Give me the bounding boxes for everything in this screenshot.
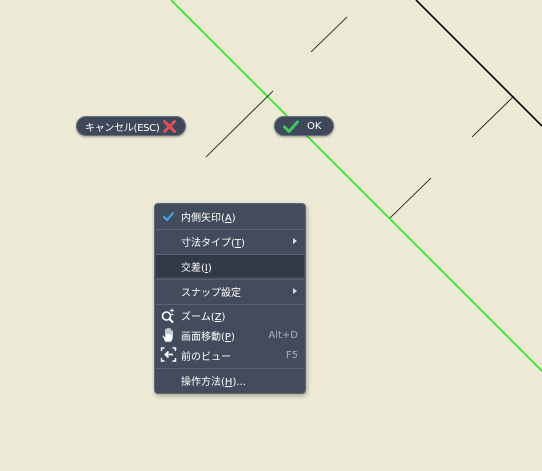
dimension-tick-line: [310, 16, 348, 53]
chevron-right-icon: [293, 238, 297, 244]
menu-item-label: 画面移動: [181, 331, 221, 343]
menu-item-zoom[interactable]: ズーム(Z): [156, 305, 304, 325]
ok-button[interactable]: OK: [274, 116, 334, 136]
menu-item-access-key: P: [224, 331, 231, 343]
checkmark-icon: [163, 212, 174, 221]
menu-item-label: 操作方法: [181, 376, 221, 388]
menu-item-snap-settings[interactable]: スナップ設定: [156, 280, 304, 302]
menu-item-label: 寸法タイプ: [181, 237, 231, 249]
menu-item-intersection[interactable]: 交差(I): [156, 255, 304, 277]
menu-item-access-key: T: [234, 237, 242, 249]
pan-hand-icon: [162, 327, 174, 343]
black-boundary-line: [415, 0, 542, 127]
chevron-right-icon: [293, 288, 297, 294]
previous-view-icon: [160, 347, 177, 362]
menu-item-ellipsis: ...: [236, 376, 246, 388]
dimension-tick-line: [471, 95, 515, 138]
dimension-tick-line: [389, 177, 432, 219]
menu-item-label: 内側矢印: [181, 212, 221, 224]
menu-item-label: 前のビュー: [181, 351, 231, 363]
menu-item-shortcut: Alt+D: [268, 329, 298, 341]
menu-item-access-key: Z: [214, 311, 222, 323]
menu-item-label: ズーム: [181, 311, 211, 323]
drawing-canvas[interactable]: キャンセル(ESC) OK 内側矢印(A) 寸法タイプ(T) 交差(I) スナッ: [0, 0, 542, 471]
dimension-tick-line: [205, 90, 274, 158]
menu-item-access-key: A: [224, 212, 232, 224]
menu-item-access-key: I: [204, 262, 208, 274]
menu-item-dimension-type[interactable]: 寸法タイプ(T): [156, 230, 304, 252]
zoom-icon: [161, 308, 174, 324]
checkmark-icon: [283, 120, 299, 133]
menu-item-how-to-operate[interactable]: 操作方法(H)...: [156, 369, 304, 391]
cancel-button-label: キャンセル(ESC): [85, 122, 160, 134]
cancel-button[interactable]: キャンセル(ESC): [76, 116, 186, 136]
menu-item-previous-view[interactable]: 前のビュー F5: [156, 345, 304, 365]
context-menu: 内側矢印(A) 寸法タイプ(T) 交差(I) スナップ設定 ズーム(Z) 画面移…: [154, 203, 306, 394]
menu-item-label: 交差: [181, 262, 201, 274]
close-x-icon: [163, 120, 176, 133]
menu-item-access-key: H: [224, 376, 233, 388]
menu-item-inner-arrow[interactable]: 内側矢印(A): [156, 205, 304, 227]
menu-item-shortcut: F5: [285, 349, 298, 361]
menu-item-label: スナップ設定: [181, 287, 241, 299]
ok-button-label: OK: [307, 120, 322, 132]
menu-item-pan[interactable]: 画面移動(P) Alt+D: [156, 325, 304, 345]
